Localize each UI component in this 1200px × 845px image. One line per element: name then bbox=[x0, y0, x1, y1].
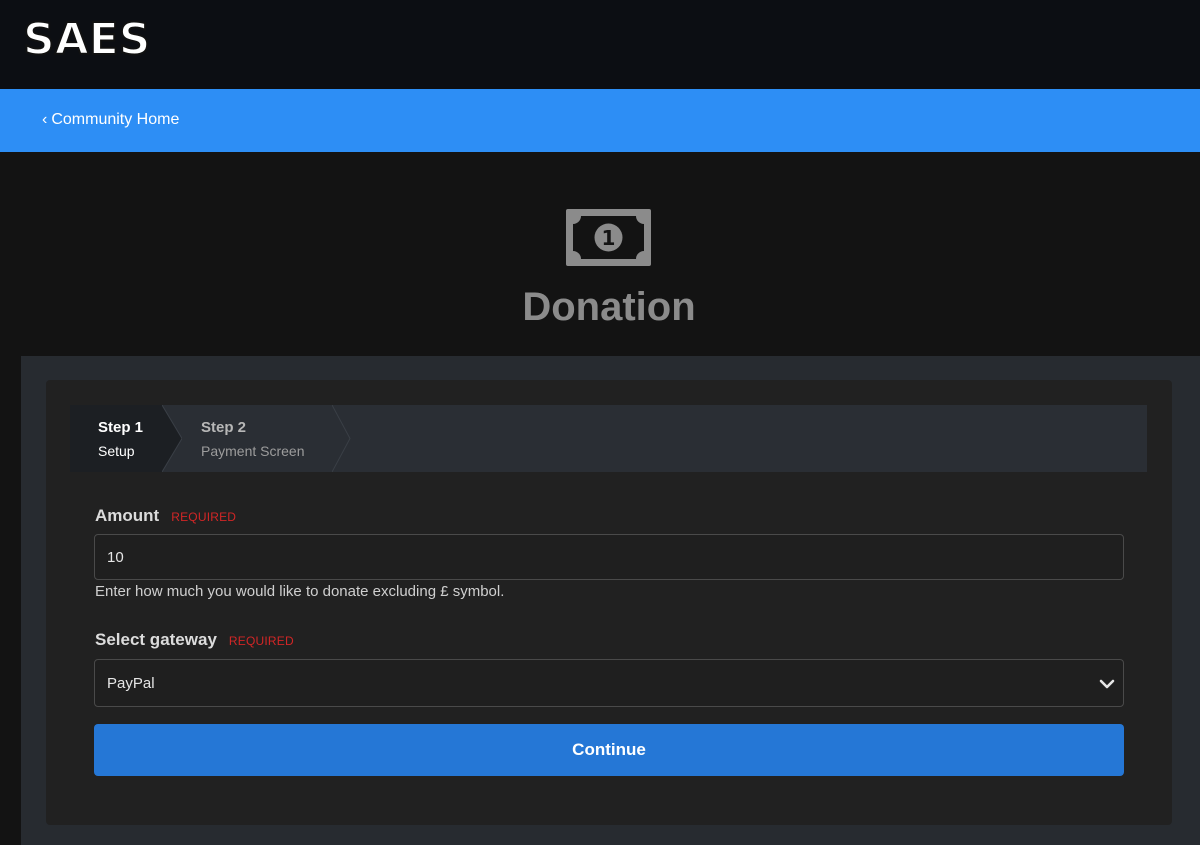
amount-input[interactable] bbox=[94, 534, 1124, 580]
top-header: SAES bbox=[0, 0, 1200, 89]
continue-button[interactable]: Continue bbox=[94, 724, 1124, 776]
community-home-label: Community Home bbox=[51, 111, 180, 128]
required-badge: REQUIRED bbox=[171, 510, 237, 524]
chevron-down-icon bbox=[1099, 679, 1115, 689]
step-2-subtitle: Payment Screen bbox=[201, 443, 305, 459]
step-2-title: Step 2 bbox=[201, 419, 247, 436]
svg-text:SAES: SAES bbox=[23, 14, 151, 65]
saes-logo[interactable]: SAES bbox=[21, 10, 155, 72]
nav-bar: ‹ Community Home bbox=[0, 89, 1200, 152]
chevron-left-icon: ‹ bbox=[42, 111, 48, 128]
step-separator-icon bbox=[332, 405, 351, 472]
step-1-subtitle: Setup bbox=[98, 443, 135, 459]
community-home-link[interactable]: ‹ Community Home bbox=[42, 111, 179, 129]
amount-help-text: Enter how much you would like to donate … bbox=[95, 583, 505, 600]
step-2[interactable]: Step 2 Payment Screen bbox=[162, 405, 342, 472]
amount-label: Amount REQUIRED bbox=[95, 506, 236, 526]
gateway-selected-value: PayPal bbox=[107, 675, 155, 692]
gateway-label: Select gateway REQUIRED bbox=[95, 630, 294, 650]
gateway-label-text: Select gateway bbox=[95, 630, 217, 649]
page-title: Donation bbox=[522, 285, 696, 329]
money-bill-icon: 1 bbox=[566, 209, 651, 266]
step-1-title: Step 1 bbox=[98, 419, 144, 436]
gateway-select[interactable]: PayPal bbox=[94, 659, 1124, 707]
svg-text:1: 1 bbox=[602, 226, 616, 250]
amount-label-text: Amount bbox=[95, 506, 160, 525]
required-badge: REQUIRED bbox=[228, 634, 294, 648]
step-1[interactable]: Step 1 Setup bbox=[70, 405, 162, 472]
step-progress: Step 1 Setup Step 2 Payment Screen bbox=[70, 405, 1147, 472]
